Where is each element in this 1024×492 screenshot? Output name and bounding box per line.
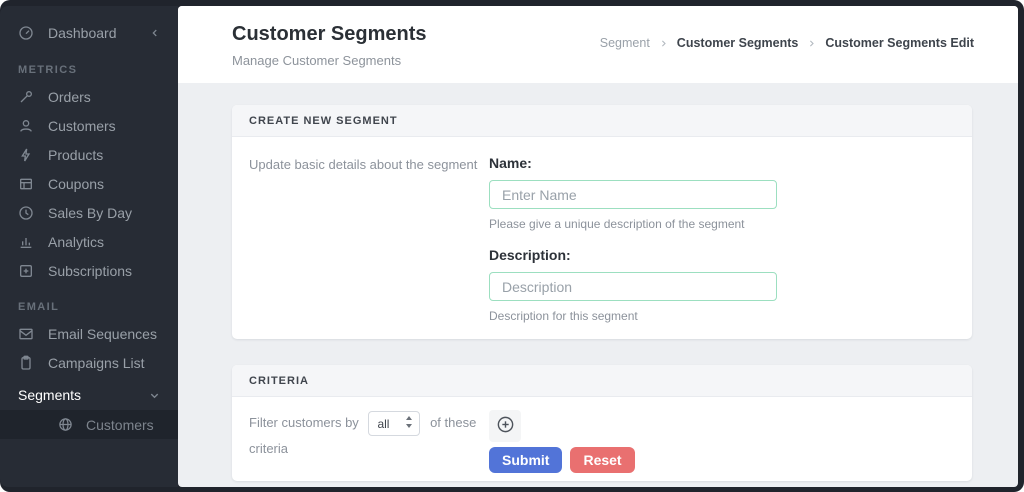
page-content: CREATE NEW SEGMENT Update basic details … [178, 83, 1018, 487]
breadcrumb-item-segment[interactable]: Segment [600, 36, 650, 50]
description-field-label: Description: [489, 247, 571, 263]
clock-icon [18, 205, 34, 221]
table-icon [18, 176, 34, 192]
page-header: Customer Segments Manage Customer Segmen… [178, 6, 1018, 83]
sidebar-item-segments[interactable]: Segments [0, 380, 178, 410]
sidebar-item-label: Sales By Day [48, 204, 133, 221]
breadcrumb-item-customer-segments-edit: Customer Segments Edit [825, 36, 974, 50]
sidebar-item-subscriptions[interactable]: Subscriptions [0, 256, 178, 285]
filter-text-before: Filter customers by [249, 415, 359, 430]
main-area: Customer Segments Manage Customer Segmen… [178, 6, 1018, 487]
chevron-right-icon [807, 39, 816, 48]
breadcrumb-item-customer-segments[interactable]: Customer Segments [677, 36, 799, 50]
criteria-filter-text: Filter customers by all of these criteri… [249, 410, 489, 473]
sidebar-subitem-label: Customers [86, 416, 154, 433]
criteria-card-header: CRITERIA [232, 365, 972, 397]
reset-button[interactable]: Reset [570, 447, 635, 473]
sidebar-section-email: EMAIL [18, 301, 60, 313]
add-criteria-button[interactable] [489, 410, 521, 442]
sidebar-item-label: Segments [18, 387, 82, 403]
create-segment-side-note: Update basic details about the segment [249, 157, 478, 172]
sidebar-item-label: Dashboard [48, 25, 117, 41]
create-segment-card: CREATE NEW SEGMENT Update basic details … [232, 105, 972, 339]
description-field-group: Description: Description for this segmen… [489, 247, 955, 323]
sidebar-item-label: Email Sequences [48, 325, 157, 342]
breadcrumb: Segment Customer Segments Customer Segme… [600, 36, 974, 50]
envelope-icon [18, 326, 34, 342]
criteria-card: CRITERIA Filter customers by all of thes… [232, 365, 972, 481]
sidebar-item-products[interactable]: Products [0, 140, 178, 169]
sidebar-item-sales-by-day[interactable]: Sales By Day [0, 198, 178, 227]
sidebar-section-metrics: METRICS [18, 64, 78, 76]
plus-square-icon [18, 263, 34, 279]
sidebar-item-analytics[interactable]: Analytics [0, 227, 178, 256]
gauge-icon [18, 25, 34, 41]
sidebar: Dashboard METRICS Orders Customers Produ… [0, 6, 178, 487]
sidebar-subitem-customers[interactable]: Customers [0, 410, 178, 439]
sidebar-item-label: Orders [48, 88, 91, 105]
wrench-icon [18, 89, 34, 105]
filter-match-select[interactable]: all [368, 411, 421, 437]
sidebar-item-customers[interactable]: Customers [0, 111, 178, 140]
segment-description-input[interactable] [489, 272, 777, 301]
page-title: Customer Segments [232, 23, 427, 45]
sidebar-item-orders[interactable]: Orders [0, 82, 178, 111]
sidebar-item-coupons[interactable]: Coupons [0, 169, 178, 198]
user-icon [18, 118, 34, 134]
sidebar-item-dashboard[interactable]: Dashboard [0, 18, 178, 48]
chevron-right-icon [659, 39, 668, 48]
select-arrows-icon [405, 411, 413, 437]
sidebar-collapse-icon[interactable] [150, 28, 160, 38]
submit-button[interactable]: Submit [489, 447, 563, 473]
sidebar-item-label: Coupons [48, 175, 105, 192]
app-window: Dashboard METRICS Orders Customers Produ… [0, 0, 1024, 492]
sidebar-item-label: Analytics [48, 233, 105, 250]
page-subtitle: Manage Customer Segments [232, 53, 402, 68]
sidebar-item-label: Customers [48, 117, 116, 134]
sidebar-item-email-sequences[interactable]: Email Sequences [0, 319, 178, 348]
sidebar-item-label: Subscriptions [48, 262, 133, 279]
bolt-icon [18, 147, 34, 163]
sidebar-item-label: Products [48, 146, 104, 163]
create-segment-card-header: CREATE NEW SEGMENT [232, 105, 972, 137]
clipboard-icon [18, 355, 34, 371]
segment-name-input[interactable] [489, 180, 777, 209]
name-field-label: Name: [489, 155, 532, 171]
name-field-helper: Please give a unique description of the … [489, 217, 745, 231]
sidebar-item-campaigns-list[interactable]: Campaigns List [0, 348, 178, 377]
bar-chart-icon [18, 234, 34, 250]
description-field-helper: Description for this segment [489, 309, 638, 323]
criteria-actions: Submit Reset [489, 410, 955, 473]
globe-icon [58, 417, 73, 432]
plus-circle-icon [496, 415, 515, 437]
sidebar-item-label: Campaigns List [48, 354, 145, 371]
name-field-group: Name: Please give a unique description o… [489, 155, 955, 231]
filter-match-select-value: all [377, 416, 390, 431]
chevron-down-icon [149, 390, 160, 401]
